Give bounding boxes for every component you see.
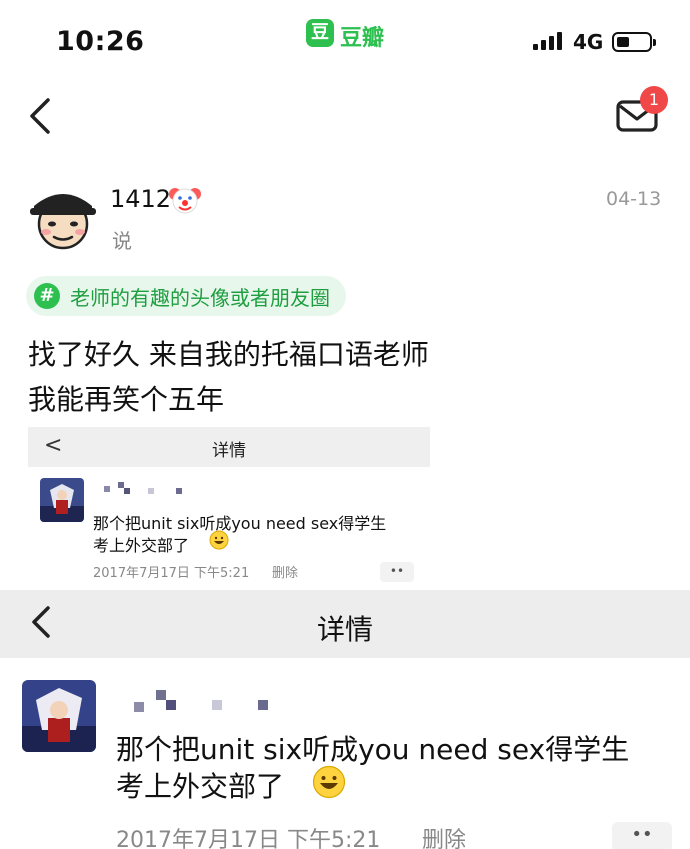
pixelated-username [104, 480, 184, 500]
embedded-text-line: 那个把unit six听成you need sex得学生 [93, 514, 387, 533]
topic-tag[interactable]: # 老师的有趣的头像或者朋友圈 [26, 276, 346, 316]
embedded-delete-link: 删除 [272, 566, 299, 581]
embedded-header-title: 详情 [212, 441, 246, 461]
username[interactable]: 1412 [110, 185, 171, 213]
embedded-delete-link: 删除 [422, 828, 467, 849]
clown-emoji-icon [168, 184, 202, 216]
post-verb: 说 [112, 229, 132, 253]
network-type: 4G [573, 30, 604, 54]
battery-icon [612, 32, 656, 52]
post-text-line: 我能再笑个五年 [28, 383, 225, 416]
status-time: 10:26 [56, 26, 145, 57]
avatar-cartoon-icon [30, 194, 96, 250]
embedded-avatar [40, 478, 84, 522]
embedded-avatar [22, 680, 96, 752]
embedded-text-line: 考上外交部了 [93, 536, 190, 555]
back-button[interactable] [22, 92, 62, 140]
notification-badge: 1 [640, 86, 668, 114]
embedded-more-button: •• [612, 822, 672, 849]
embedded-text-line: 那个把unit six听成you need sex得学生 [116, 733, 630, 766]
embedded-more-button: •• [380, 562, 414, 582]
back-chevron-icon [30, 98, 50, 134]
pixelated-username [134, 686, 274, 714]
app-name: 豆瓣 [340, 26, 385, 51]
embedded-detail-header-large: 详情 [0, 590, 690, 658]
smile-emoji-icon [312, 765, 346, 799]
user-avatar[interactable] [28, 180, 98, 252]
embedded-header-title: 详情 [316, 613, 373, 646]
topic-label: 老师的有趣的头像或者朋友圈 [70, 285, 330, 310]
embedded-timestamp: 2017年7月17日 下午5:21 [116, 828, 381, 849]
hashtag-icon: # [34, 283, 60, 309]
post-date: 04-13 [606, 188, 662, 210]
douban-logo-icon: 豆 [306, 19, 334, 47]
signal-icon [533, 32, 563, 50]
embedded-detail-header-small: < 详情 [28, 427, 430, 467]
embedded-text-line: 考上外交部了 [116, 770, 285, 803]
embedded-timestamp: 2017年7月17日 下午5:21 [93, 566, 250, 581]
post-text-line: 找了好久 来自我的托福口语老师 [28, 338, 429, 371]
smile-emoji-icon [209, 530, 229, 550]
